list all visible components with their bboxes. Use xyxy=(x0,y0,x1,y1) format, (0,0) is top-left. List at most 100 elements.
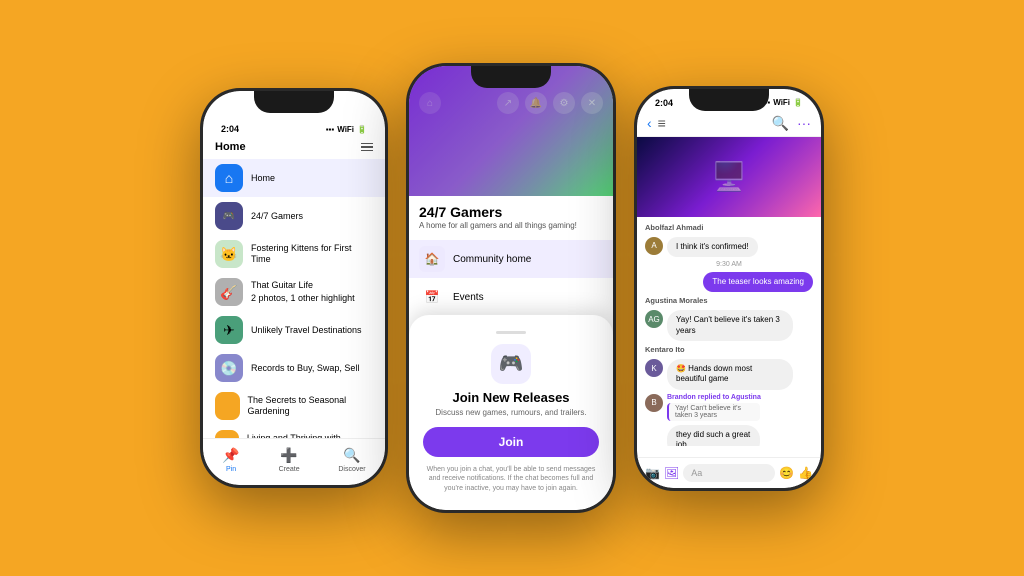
gamepad-icon: 🎮 xyxy=(499,351,524,376)
phone-1-bottom-tabs: 📌 Pin ➕ Create 🔍 Discover xyxy=(203,438,385,485)
tab-discover-label: Discover xyxy=(338,466,365,473)
msg-agustina: AG Yay! Can't believe it's taken 3 years xyxy=(645,310,813,341)
sidebar-item-guitar[interactable]: 🎸 That Guitar Life 2 photos, 1 other hig… xyxy=(203,273,385,311)
menu-item-events[interactable]: 📅 Events xyxy=(409,278,613,316)
phone-1-notch xyxy=(254,91,334,113)
msg-brandon-reply: B Brandon replied to Agustina Yay! Can't… xyxy=(645,394,813,446)
tab-create[interactable]: ➕ Create xyxy=(279,447,300,473)
events-icon: 📅 xyxy=(419,284,445,310)
modal-title: Join New Releases xyxy=(423,390,599,405)
bubble-confirmed: I think it's confirmed! xyxy=(667,237,758,257)
phone-2-screen: ⌂ ↗ 🔔 ⚙ ✕ 24/7 Gamers A home for all gam… xyxy=(409,66,613,510)
p3-wifi-icon: WiFi xyxy=(773,98,790,107)
menu-label-events: Events xyxy=(453,292,484,303)
reply-bubble: Yay! Can't believe it's taken 3 years xyxy=(667,403,760,421)
sidebar-item-travel[interactable]: ✈ Unlikely Travel Destinations xyxy=(203,311,385,349)
p3-menu-icon[interactable]: ≡ xyxy=(658,115,666,131)
sidebar-label-home: Home xyxy=(251,173,275,184)
phone-1-status-icons: ▪▪▪ WiFi 🔋 xyxy=(326,125,367,134)
phone-3-notch xyxy=(689,89,769,111)
phone-1-screen: 2:04 ▪▪▪ WiFi 🔋 Home xyxy=(203,91,385,485)
timestamp-930: 9:30 AM xyxy=(645,261,813,268)
phone-3-content: 2:04 ▪▪▪ WiFi 🔋 ‹ ≡ 🔍 ··· xyxy=(637,89,821,488)
phone-2-notch xyxy=(471,66,551,88)
phone-2: ⌂ ↗ 🔔 ⚙ ✕ 24/7 Gamers A home for all gam… xyxy=(406,63,616,513)
community-home-icon: 🏠 xyxy=(419,246,445,272)
p3-search-icon[interactable]: 🔍 xyxy=(772,115,789,132)
chat-input-bar: 📷 🖼 Aa 😊 👍 xyxy=(637,457,821,488)
sender-name-agustina: Agustina Morales xyxy=(645,296,813,305)
guitar-text-group: That Guitar Life 2 photos, 1 other highl… xyxy=(251,280,355,304)
bubble-brandon: they did such a great job xyxy=(667,425,760,446)
join-button[interactable]: Join xyxy=(423,427,599,457)
join-modal: 🎮 Join New Releases Discuss new games, r… xyxy=(409,315,613,510)
guitar-icon: 🎸 xyxy=(215,278,243,306)
phone-1-nav: Home xyxy=(203,137,385,159)
wifi-icon: WiFi xyxy=(337,125,354,134)
group-info: 24/7 Gamers A home for all gamers and al… xyxy=(409,196,613,238)
image-icon[interactable]: 🖼 xyxy=(664,466,679,480)
modal-game-icon: 🎮 xyxy=(491,344,531,384)
tab-discover[interactable]: 🔍 Discover xyxy=(338,447,365,473)
tab-pin[interactable]: 📌 Pin xyxy=(222,447,239,473)
reply-author-label: Brandon replied to Agustina xyxy=(667,394,791,401)
p3-battery-icon: 🔋 xyxy=(793,98,803,107)
sidebar-list: ⌂ Home 🎮 24/7 Gamers 🐱 xyxy=(203,159,385,463)
gardening-icon xyxy=(215,392,240,420)
sidebar-label-kittens: Fostering Kittens for First Time xyxy=(251,243,373,265)
phone-3: 2:04 ▪▪▪ WiFi 🔋 ‹ ≡ 🔍 ··· xyxy=(634,86,824,491)
sidebar-item-kittens[interactable]: 🐱 Fostering Kittens for First Time xyxy=(203,235,385,273)
emoji-icon[interactable]: 😊 xyxy=(779,466,794,480)
phone-1-time: 2:04 xyxy=(221,124,239,134)
sender-name-abolfazl: Abolfazl Ahmadi xyxy=(645,223,813,232)
phone-2-content: ⌂ ↗ 🔔 ⚙ ✕ 24/7 Gamers A home for all gam… xyxy=(409,66,613,510)
hamburger-menu-icon[interactable] xyxy=(361,143,373,152)
phone-3-time: 2:04 xyxy=(655,98,673,108)
tab-create-label: Create xyxy=(279,466,300,473)
chat-messages: Abolfazl Ahmadi A I think it's confirmed… xyxy=(637,217,821,446)
p3-more-icon[interactable]: ··· xyxy=(797,115,811,132)
group-name: 24/7 Gamers xyxy=(419,204,603,220)
back-button[interactable]: ‹ xyxy=(647,115,652,131)
menu-item-community[interactable]: 🏠 Community home xyxy=(409,240,613,278)
avatar-brandon: B xyxy=(645,394,663,412)
phones-container: 2:04 ▪▪▪ WiFi 🔋 Home xyxy=(0,0,1024,576)
camera-icon[interactable]: 📷 xyxy=(645,466,660,480)
battery-icon: 🔋 xyxy=(357,125,367,134)
travel-icon: ✈ xyxy=(215,316,243,344)
bubble-kentaro: 🤩 Hands down most beautiful game xyxy=(667,359,793,390)
avatar-abolfazl: A xyxy=(645,237,663,255)
bubble-agustina: Yay! Can't believe it's taken 3 years xyxy=(667,310,793,341)
modal-drag-handle[interactable] xyxy=(496,331,526,334)
sidebar-sub-guitar: 2 photos, 1 other highlight xyxy=(251,293,355,304)
menu-label-community: Community home xyxy=(453,254,531,265)
records-icon: 💿 xyxy=(215,354,243,382)
chat-input[interactable]: Aa xyxy=(683,464,775,482)
sidebar-item-records[interactable]: 💿 Records to Buy, Swap, Sell xyxy=(203,349,385,387)
tab-pin-label: Pin xyxy=(226,466,236,473)
modal-desc: Discuss new games, rumours, and trailers… xyxy=(423,408,599,417)
kittens-icon: 🐱 xyxy=(215,240,243,268)
msg-abolfazl: A I think it's confirmed! xyxy=(645,237,813,257)
gamers-icon: 🎮 xyxy=(215,202,243,230)
sender-name-kentaro: Kentaro Ito xyxy=(645,345,813,354)
group-desc: A home for all gamers and all things gam… xyxy=(419,221,603,230)
phone-3-screen: 2:04 ▪▪▪ WiFi 🔋 ‹ ≡ 🔍 ··· xyxy=(637,89,821,488)
avatar-agustina: AG xyxy=(645,310,663,328)
sidebar-item-gardening[interactable]: The Secrets to Seasonal Gardening xyxy=(203,387,385,425)
p3-actions: 🔍 ··· xyxy=(772,115,811,132)
chat-input-placeholder: Aa xyxy=(691,468,702,478)
pin-icon: 📌 xyxy=(222,447,239,464)
sidebar-item-home[interactable]: ⌂ Home xyxy=(203,159,385,197)
phone-1-content: 2:04 ▪▪▪ WiFi 🔋 Home xyxy=(203,91,385,485)
msg-kentaro: K 🤩 Hands down most beautiful game xyxy=(645,359,813,390)
brandon-msg-group: Brandon replied to Agustina Yay! Can't b… xyxy=(667,394,791,446)
avatar-kentaro: K xyxy=(645,359,663,377)
phone-1-status-bar: 2:04 ▪▪▪ WiFi 🔋 xyxy=(203,115,385,137)
sidebar-item-gamers[interactable]: 🎮 24/7 Gamers xyxy=(203,197,385,235)
sidebar-label-travel: Unlikely Travel Destinations xyxy=(251,325,362,336)
discover-icon: 🔍 xyxy=(343,447,360,464)
sidebar-label-gamers: 24/7 Gamers xyxy=(251,211,303,222)
sidebar-label-records: Records to Buy, Swap, Sell xyxy=(251,363,359,374)
like-icon[interactable]: 👍 xyxy=(798,466,813,480)
